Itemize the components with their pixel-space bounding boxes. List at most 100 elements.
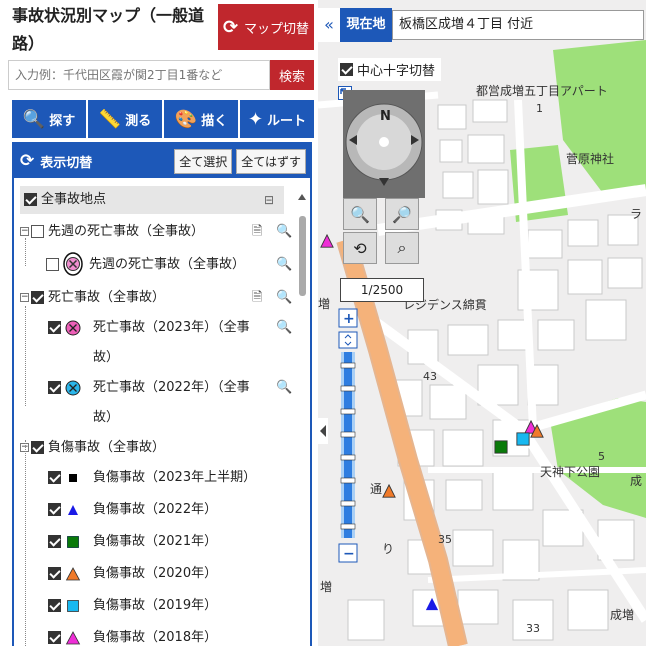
magnifier-icon[interactable]: 🔍 bbox=[276, 373, 292, 403]
layer-item-label: 先週の死亡事故（全事故） bbox=[89, 257, 246, 272]
map-navigation-control: N 🔍 🔎 ⟲ ⌕ bbox=[338, 86, 430, 264]
checkbox[interactable] bbox=[48, 381, 61, 394]
tool-draw-button[interactable]: 🎨 描く bbox=[164, 100, 238, 138]
layer-group[interactable]: − 死亡事故（全事故） 🗎 🔍 bbox=[20, 283, 310, 313]
refresh-icon: ⟳ bbox=[222, 16, 239, 38]
checkbox[interactable] bbox=[48, 567, 61, 580]
center-cross-toggle[interactable]: 中心十字切替 bbox=[338, 58, 442, 81]
magnifier-icon[interactable]: 🔍 bbox=[276, 247, 292, 283]
checkbox[interactable] bbox=[31, 291, 44, 304]
route-icon: ✦ bbox=[247, 108, 264, 130]
layer-item-label: 負傷事故（2019年） bbox=[93, 598, 218, 613]
map-label: 35 bbox=[438, 533, 452, 546]
layer-item[interactable]: 先週の死亡事故（全事故） 🔍 bbox=[20, 247, 310, 283]
square-black-icon bbox=[69, 474, 77, 482]
accident-marker-2019[interactable] bbox=[516, 432, 530, 446]
checkbox[interactable] bbox=[48, 599, 61, 612]
panel-scrollbar[interactable] bbox=[298, 190, 306, 645]
search-button[interactable]: 検索 bbox=[270, 60, 314, 90]
compass-icon[interactable]: N bbox=[343, 90, 425, 194]
layer-item[interactable]: 死亡事故（2022年）（全事 故） 🔍 bbox=[20, 373, 310, 433]
layer-group-label: 死亡事故（全事故） bbox=[48, 290, 166, 305]
chevron-left-icon bbox=[320, 425, 326, 437]
document-icon[interactable]: 🗎 bbox=[252, 283, 262, 313]
checkbox[interactable] bbox=[340, 63, 353, 76]
checkbox[interactable] bbox=[48, 321, 61, 334]
checkbox[interactable] bbox=[31, 441, 44, 454]
layer-item[interactable]: 負傷事故（2019年） bbox=[20, 591, 310, 623]
collapse-panel-button[interactable]: « bbox=[318, 8, 340, 42]
checkbox[interactable] bbox=[48, 535, 61, 548]
collapse-icon[interactable]: ⊟ bbox=[264, 186, 274, 214]
layer-panel-title: 表示切替 bbox=[40, 155, 93, 171]
tool-search-button[interactable]: 🔍 探す bbox=[12, 100, 86, 138]
layer-group[interactable]: − 負傷事故（全事故） bbox=[20, 433, 310, 463]
map-label: 成増 bbox=[610, 608, 635, 622]
collapse-toggle-icon[interactable]: − bbox=[20, 227, 29, 236]
map-view[interactable]: 都営成増五丁目アパート 1 菅原神社 ラ レジデンス綿貫 43 5 天神下公園 … bbox=[318, 0, 646, 646]
magnifier-icon[interactable]: 🔍 bbox=[276, 313, 292, 343]
rotate-icon: ⟲ bbox=[353, 238, 367, 258]
zoom-slider[interactable]: + − bbox=[338, 308, 360, 564]
square-cyan-icon bbox=[67, 600, 79, 612]
svg-text:+: + bbox=[343, 311, 355, 327]
layer-group[interactable]: − 先週の死亡事故（全事故） 🗎 🔍 bbox=[20, 217, 310, 247]
layer-root[interactable]: 全事故地点 ⊟ bbox=[20, 186, 284, 214]
layer-item[interactable]: 負傷事故（2022年） bbox=[20, 495, 310, 527]
tool-measure-button[interactable]: 📏 測る bbox=[88, 100, 162, 138]
layer-item[interactable]: 負傷事故（2018年） bbox=[20, 623, 310, 646]
accident-marker-2020[interactable] bbox=[382, 484, 396, 498]
zoom-in-button[interactable]: 🔍 bbox=[343, 198, 377, 230]
document-icon[interactable]: 🗎 bbox=[252, 217, 262, 247]
triangle-blue-icon bbox=[68, 505, 78, 515]
left-panel: 事故状況別マップ（一般道路） ⟳ マップ切替 検索 🔍 探す 📏 測る 🎨 描く bbox=[0, 0, 316, 646]
checkbox[interactable] bbox=[48, 631, 61, 644]
map-label: 都営成増五丁目アパート bbox=[476, 84, 608, 98]
magnifier-icon[interactable]: 🔍 bbox=[276, 217, 292, 247]
checkbox[interactable] bbox=[46, 258, 59, 271]
layer-item[interactable]: 死亡事故（2023年）（全事 故） 🔍 bbox=[20, 313, 310, 373]
accident-marker-2018[interactable] bbox=[320, 234, 334, 248]
current-location-button[interactable]: 現在地 bbox=[340, 8, 392, 42]
zoom-area-button[interactable]: ⌕ bbox=[385, 232, 419, 264]
search-icon: 🔍 bbox=[22, 108, 46, 130]
search-input[interactable] bbox=[8, 60, 270, 90]
scroll-up-icon[interactable] bbox=[298, 194, 306, 200]
zoom-out-button[interactable]: 🔎 bbox=[385, 198, 419, 230]
checkbox[interactable] bbox=[31, 225, 44, 238]
tool-route-label: ルート bbox=[267, 113, 307, 129]
accident-marker-2022[interactable] bbox=[425, 597, 439, 611]
panel-toggle-tab[interactable] bbox=[318, 418, 328, 444]
map-label: 成 bbox=[630, 474, 643, 488]
scale-display: 1/2500 bbox=[340, 278, 424, 302]
triangle-orange-icon bbox=[65, 567, 81, 581]
collapse-toggle-icon[interactable]: − bbox=[20, 293, 29, 302]
toolbar: 🔍 探す 📏 測る 🎨 描く ✦ ルート bbox=[12, 100, 314, 138]
checkbox[interactable] bbox=[48, 503, 61, 516]
checkbox[interactable] bbox=[48, 471, 61, 484]
map-label: り bbox=[382, 542, 395, 556]
layer-item-label-line1: 死亡事故（2022年）（全事 bbox=[93, 380, 250, 395]
map-switch-button[interactable]: ⟳ マップ切替 bbox=[218, 4, 314, 50]
layer-item[interactable]: 負傷事故（2021年） bbox=[20, 527, 310, 559]
accident-marker-2020[interactable] bbox=[530, 424, 544, 438]
refresh-icon: ⟳ bbox=[20, 151, 35, 171]
ruler-icon: 📏 bbox=[98, 108, 122, 130]
circle-x-pink-icon bbox=[63, 252, 83, 276]
layer-item[interactable]: 負傷事故（2020年） bbox=[20, 559, 310, 591]
select-all-button[interactable]: 全て選択 bbox=[174, 148, 233, 174]
accident-marker-2021[interactable] bbox=[494, 440, 508, 454]
checkbox[interactable] bbox=[24, 193, 37, 206]
app: 事故状況別マップ（一般道路） ⟳ マップ切替 検索 🔍 探す 📏 測る 🎨 描く bbox=[0, 0, 646, 646]
tool-route-button[interactable]: ✦ ルート bbox=[240, 100, 314, 138]
layer-item[interactable]: 負傷事故（2023年上半期） bbox=[20, 463, 310, 495]
map-label: 菅原神社 bbox=[566, 152, 615, 166]
layer-panel: ⟳ 表示切替 全て選択 全てはずす 全事故地点 ⊟ − 先週の死亡事故（全事故）… bbox=[12, 142, 312, 646]
circle-x-magenta-icon bbox=[65, 320, 81, 336]
magnifier-icon[interactable]: 🔍 bbox=[276, 283, 292, 313]
reset-view-button[interactable]: ⟲ bbox=[343, 232, 377, 264]
deselect-all-button[interactable]: 全てはずす bbox=[236, 148, 306, 174]
layer-tree: 全事故地点 ⊟ − 先週の死亡事故（全事故） 🗎 🔍 先週の死亡事故（全事故） … bbox=[14, 178, 310, 646]
scroll-thumb[interactable] bbox=[299, 216, 306, 296]
map-label: 天神下公園 bbox=[540, 465, 601, 479]
